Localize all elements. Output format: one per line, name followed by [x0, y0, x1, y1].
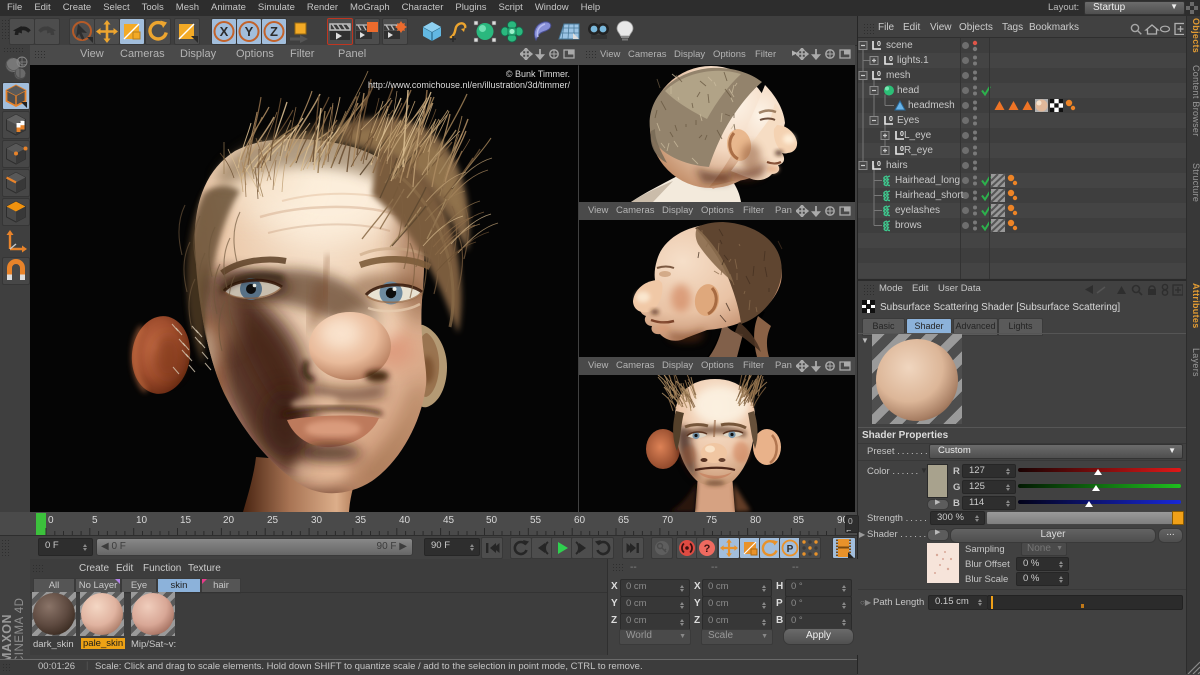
svg-text:35: 35	[355, 515, 367, 526]
svg-text:http://www.comichouse.nl/en/il: http://www.comichouse.nl/en/illustration…	[368, 80, 571, 90]
svg-text:20: 20	[223, 515, 235, 526]
svg-text:60: 60	[574, 515, 586, 526]
svg-text:55: 55	[530, 515, 542, 526]
svg-text:25: 25	[267, 515, 279, 526]
svg-text:85: 85	[793, 515, 805, 526]
svg-text:10: 10	[136, 515, 148, 526]
svg-text:Z: Z	[270, 24, 278, 39]
svg-text:Y: Y	[245, 24, 254, 39]
svg-text:X: X	[220, 24, 229, 39]
svg-text:15: 15	[180, 515, 192, 526]
svg-text:5: 5	[92, 515, 98, 526]
svg-text:65: 65	[618, 515, 630, 526]
svg-text:30: 30	[311, 515, 323, 526]
svg-text:75: 75	[706, 515, 718, 526]
svg-text:50: 50	[486, 515, 498, 526]
svg-text:© Bunk Timmer.: © Bunk Timmer.	[506, 69, 570, 79]
svg-text:P: P	[787, 544, 794, 555]
svg-text:45: 45	[443, 515, 455, 526]
svg-text:80: 80	[750, 515, 762, 526]
svg-text:?: ?	[704, 543, 711, 555]
svg-text:70: 70	[662, 515, 674, 526]
svg-text:0: 0	[48, 515, 54, 526]
svg-text:40: 40	[399, 515, 411, 526]
